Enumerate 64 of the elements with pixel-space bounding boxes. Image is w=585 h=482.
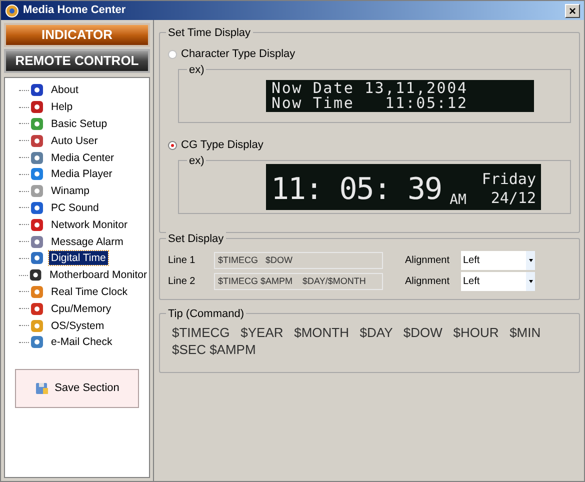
mode-tab[interactable]: REMOTE CONTROL xyxy=(4,49,150,73)
item-icon xyxy=(30,234,44,249)
tree-item[interactable]: Auto User xyxy=(49,134,100,148)
group-title: Tip (Command) xyxy=(166,306,246,322)
tree-item[interactable]: Digital Time xyxy=(49,251,108,266)
mode-tab[interactable]: INDICATOR xyxy=(4,23,150,47)
close-button[interactable]: × xyxy=(565,4,580,18)
item-icon xyxy=(29,268,43,282)
item-icon xyxy=(30,318,44,333)
tree-item[interactable]: Help xyxy=(49,100,75,114)
option-label[interactable]: Character Type Display xyxy=(181,46,296,62)
line-label: Line 1 xyxy=(168,254,196,268)
item-icon xyxy=(30,150,44,165)
line-field[interactable]: $TIMECG $AMPM $DAY/$MONTH xyxy=(214,272,383,290)
alignment-label: Alignment xyxy=(405,254,450,268)
tree-item[interactable]: Basic Setup xyxy=(49,116,110,131)
tree-item[interactable]: Message Alarm xyxy=(49,234,126,249)
item-icon xyxy=(30,167,44,182)
led-day: Friday xyxy=(482,170,536,189)
line-field[interactable]: $TIMECG $DOW xyxy=(214,252,383,268)
tree-item[interactable]: e-Mail Check xyxy=(49,335,114,350)
item-icon xyxy=(30,116,44,131)
tree-item[interactable]: Winamp xyxy=(49,184,92,198)
tree-item[interactable]: Real Time Clock xyxy=(49,284,130,299)
tree-item[interactable]: Media Player xyxy=(49,167,114,182)
group-title: Set Display xyxy=(166,231,226,248)
example-label: ex) xyxy=(187,62,206,78)
tree-item[interactable]: PC Sound xyxy=(49,200,101,215)
window-title: Media Home Center xyxy=(23,3,127,18)
led-ampm: AM xyxy=(450,192,466,208)
led-text: Now Date 13,11,2004 xyxy=(272,81,469,96)
led-text: Now Time 11:05:12 xyxy=(272,96,469,111)
alignment-dropdown[interactable]: Left xyxy=(461,272,535,290)
tip-text: $TIMECG $YEAR $MONTH $DAY $DOW $HOUR $MIN $SEC $AMPM xyxy=(172,324,542,358)
item-icon xyxy=(30,335,44,350)
item-icon xyxy=(30,284,44,299)
item-icon xyxy=(30,184,44,198)
led-time: 11: 05: 39 xyxy=(271,172,442,208)
option-label[interactable]: CG Type Display xyxy=(181,136,264,154)
line-label: Line 2 xyxy=(168,274,196,288)
alignment-label: Alignment xyxy=(405,274,450,288)
tree-item[interactable]: OS/System xyxy=(49,318,106,333)
radio-button[interactable] xyxy=(168,140,177,150)
led-date: 24/12 xyxy=(490,189,536,208)
tree-item[interactable]: Motherboard Monitor xyxy=(48,268,149,282)
tree-item[interactable]: Media Center xyxy=(49,150,116,165)
radio-button[interactable] xyxy=(168,50,177,58)
tree-item[interactable]: About xyxy=(49,83,80,98)
tree-item[interactable]: Cpu/Memory xyxy=(49,302,114,316)
item-icon xyxy=(30,218,44,232)
item-icon xyxy=(30,200,44,215)
save-button[interactable]: Save Section xyxy=(15,368,139,408)
tree-item[interactable]: Network Monitor xyxy=(49,218,130,232)
app-icon xyxy=(5,4,19,18)
group-title: Set Time Display xyxy=(166,25,253,42)
example-label: ex) xyxy=(187,153,206,170)
dropdown-value: Left xyxy=(463,274,481,288)
item-icon xyxy=(30,251,44,266)
item-icon xyxy=(30,134,44,148)
item-icon xyxy=(30,83,44,98)
item-icon xyxy=(30,100,44,114)
dropdown-value: Left xyxy=(463,254,481,268)
alignment-dropdown[interactable]: Left xyxy=(461,250,535,270)
item-icon xyxy=(30,302,44,316)
